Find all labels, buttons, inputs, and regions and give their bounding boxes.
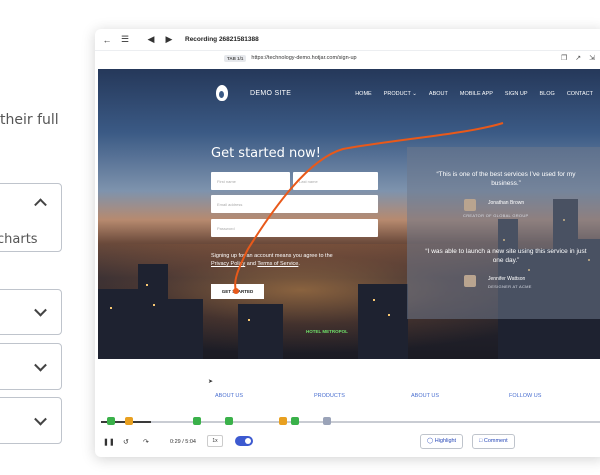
- footer-link[interactable]: ABOUT US: [215, 393, 243, 399]
- chevron-down-icon: [34, 303, 47, 317]
- site-footer: ➤ ABOUT US PRODUCTS ABOUT US FOLLOW US: [98, 359, 600, 409]
- speed-selector[interactable]: 1x: [207, 435, 223, 447]
- back-arrow-icon[interactable]: ←: [101, 34, 113, 46]
- playback-controls: ❚❚ ↺ ↷ 0:29 / 5:04 1x ◯ Highlight □ Comm…: [95, 431, 600, 455]
- next-recording-icon[interactable]: ▶: [163, 34, 175, 46]
- accordion-item[interactable]: [0, 289, 62, 335]
- player-toolbar: ← ☰ ◀ ▶ Recording 26821581388: [95, 29, 600, 51]
- url-bar: TAB 1/1 https://technology-demo.hotjar.c…: [95, 51, 600, 65]
- skip-inactivity-toggle[interactable]: [235, 436, 253, 446]
- recorded-site: DEMO SITE HOME PRODUCT ⌄ ABOUT MOBILE AP…: [98, 69, 600, 359]
- screen: their full charts ← ☰ ◀ ▶ Recording 2682…: [0, 0, 600, 475]
- background-text: their full: [0, 112, 59, 128]
- chevron-down-icon: [34, 358, 47, 372]
- lightbulb-icon: ◯: [427, 438, 434, 444]
- footer-link[interactable]: FOLLOW US: [509, 393, 541, 399]
- comment-button[interactable]: □ Comment: [472, 434, 515, 449]
- event-marker[interactable]: [279, 417, 287, 425]
- footer-link[interactable]: ABOUT US: [411, 393, 439, 399]
- accordion-content-text: charts: [0, 232, 38, 247]
- page-url: https://technology-demo.hotjar.com/sign-…: [251, 55, 357, 61]
- mouse-trail-path: [234, 122, 504, 292]
- share-icon[interactable]: ↗: [575, 54, 581, 62]
- accordion-item[interactable]: [0, 343, 62, 390]
- event-marker[interactable]: [193, 417, 201, 425]
- previous-recording-icon[interactable]: ◀: [145, 34, 157, 46]
- list-icon[interactable]: ☰: [119, 34, 131, 46]
- pause-icon[interactable]: ❚❚: [103, 438, 115, 446]
- accordion-item[interactable]: [0, 397, 62, 444]
- rewind-icon[interactable]: ↺: [123, 438, 129, 446]
- event-marker[interactable]: [291, 417, 299, 425]
- chevron-up-icon: [34, 198, 47, 212]
- event-marker[interactable]: [107, 417, 115, 425]
- event-marker[interactable]: [225, 417, 233, 425]
- accordion-item-open[interactable]: charts: [0, 183, 62, 252]
- highlight-button[interactable]: ◯ Highlight: [420, 434, 464, 449]
- playback-timeline[interactable]: [95, 417, 600, 427]
- cursor-icon: ➤: [208, 379, 214, 385]
- expand-icon[interactable]: ⇲: [589, 54, 595, 62]
- chevron-down-icon: [34, 412, 47, 426]
- footer-link[interactable]: PRODUCTS: [314, 393, 345, 399]
- comment-icon: □: [479, 438, 483, 444]
- playback-time: 0:29 / 5:04: [170, 439, 196, 445]
- mouse-trail: [233, 122, 504, 294]
- click-marker: [233, 288, 239, 294]
- recording-player: ← ☰ ◀ ▶ Recording 26821581388 TAB 1/1 ht…: [95, 29, 600, 457]
- recording-title: Recording 26821581388: [185, 36, 259, 43]
- tab-badge: TAB 1/1: [224, 54, 247, 62]
- skip-icon[interactable]: ↷: [143, 438, 149, 446]
- event-marker[interactable]: [125, 417, 133, 425]
- copy-icon[interactable]: ❐: [561, 54, 567, 62]
- event-marker[interactable]: [323, 417, 331, 425]
